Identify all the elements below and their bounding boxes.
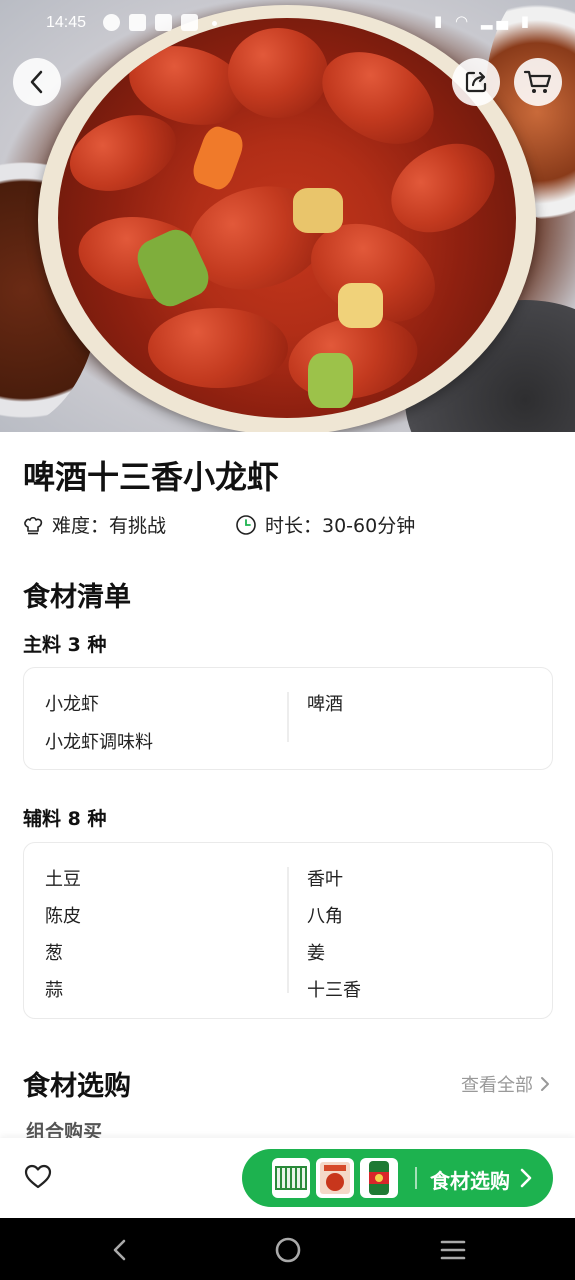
view-all-link[interactable]: 查看全部	[461, 1071, 553, 1097]
back-button[interactable]	[13, 58, 61, 106]
nav-back-icon[interactable]	[110, 1238, 130, 1262]
ingredient-item[interactable]: 小龙虾调味料	[45, 728, 153, 754]
ingredient-item[interactable]: 陈皮	[45, 902, 81, 928]
cart-icon	[523, 70, 552, 93]
nav-home-icon[interactable]	[274, 1236, 302, 1264]
clock-icon	[236, 514, 256, 535]
difficulty-info: 难度：有挑战	[22, 511, 166, 538]
status-time: 14:45	[46, 14, 87, 31]
ingredient-item[interactable]: 啤酒	[307, 690, 343, 716]
nav-menu-icon[interactable]	[439, 1238, 467, 1262]
difficulty-label: 难度：有挑战	[52, 515, 167, 537]
favorite-button[interactable]	[24, 1164, 52, 1194]
ingredients-section-title: 食材清单	[23, 582, 131, 613]
recipe-hero-image: 14:45 ▮ ◠ ▂▄ ▮	[0, 0, 575, 432]
duration-info: 时长：30-60分钟	[235, 511, 415, 538]
chef-hat-icon	[24, 516, 43, 534]
auxiliary-ingredients-card: 土豆 香叶 陈皮 八角 葱 姜 蒜 十三香	[23, 842, 553, 1019]
product-thumbnail	[360, 1158, 398, 1198]
chevron-right-icon	[520, 1168, 532, 1188]
heart-icon	[24, 1164, 52, 1189]
button-separator	[415, 1167, 417, 1189]
ingredient-item[interactable]: 八角	[307, 902, 343, 928]
duration-label: 时长：30-60分钟	[265, 515, 416, 537]
column-divider	[287, 867, 289, 993]
auxiliary-ingredients-title: 辅料 8 种	[23, 808, 107, 830]
notification-icon	[155, 14, 172, 31]
status-bar: 14:45 ▮ ◠ ▂▄ ▮	[0, 0, 575, 46]
ingredient-shop-label: 食材选购	[430, 1169, 510, 1193]
ingredient-item[interactable]: 小龙虾	[45, 690, 99, 716]
system-status-icons: ▮ ◠ ▂▄ ▮	[434, 12, 533, 30]
ingredient-shop-button[interactable]: 食材选购	[242, 1149, 553, 1207]
system-navigation-bar	[0, 1218, 575, 1280]
notification-icon	[103, 14, 120, 31]
main-ingredients-title: 主料 3 种	[23, 634, 107, 656]
main-ingredients-card: 小龙虾 啤酒 小龙虾调味料	[23, 667, 553, 770]
notification-icon	[181, 14, 198, 31]
share-button[interactable]	[452, 58, 500, 106]
column-divider	[287, 692, 289, 742]
shopping-section-title: 食材选购	[23, 1071, 131, 1102]
ingredient-item[interactable]: 十三香	[307, 976, 361, 1002]
chevron-right-icon	[541, 1077, 549, 1091]
back-icon	[30, 70, 43, 94]
ingredient-item[interactable]: 蒜	[45, 976, 63, 1002]
view-all-label: 查看全部	[461, 1075, 533, 1096]
share-icon	[465, 71, 487, 93]
ingredient-item[interactable]: 香叶	[307, 865, 343, 891]
recipe-title: 啤酒十三香小龙虾	[23, 458, 280, 496]
crayfish-pile	[58, 18, 516, 418]
cart-button[interactable]	[514, 58, 562, 106]
more-notifications-dot	[212, 21, 217, 26]
product-thumbnail	[316, 1158, 354, 1198]
ingredient-item[interactable]: 土豆	[45, 865, 81, 891]
product-thumbnail	[272, 1158, 310, 1198]
ingredient-item[interactable]: 姜	[307, 939, 325, 965]
notification-icon	[129, 14, 146, 31]
ingredient-item[interactable]: 葱	[45, 939, 63, 965]
